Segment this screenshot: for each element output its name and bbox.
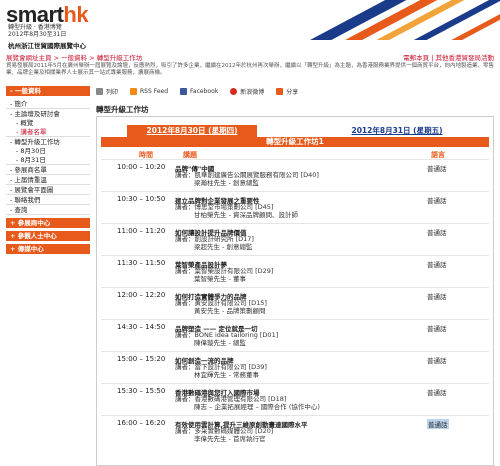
session-time: 10:00 – 10:20 bbox=[117, 163, 166, 171]
breadcrumb-home[interactable]: 展覽會網址主頁 bbox=[6, 54, 52, 62]
sidebar-visitor-centre[interactable]: + 參觀人士中心 bbox=[6, 231, 90, 241]
session-lang: 普通話 bbox=[427, 419, 449, 429]
session-list: 10:00 – 10:20 品牌"傳"中國 講者：凱華創建廣告公關展覽服務有限公… bbox=[101, 159, 489, 445]
tab-aug31[interactable]: 2012年8月31日 (星期五) bbox=[327, 125, 467, 137]
table-row: 15:30 – 15:50 香港數碼港與您打入國際市場 講者：香港數碼港管理有限… bbox=[101, 383, 489, 415]
sidebar-item-exhibitors[interactable]: - 參展商名單 bbox=[6, 165, 90, 175]
table-row: 15:00 – 15:20 如何創造一流的品牌 講者：當下設計有限公司 [D39… bbox=[101, 351, 489, 383]
table-row: 14:30 – 14:50 品牌塑造 —— 定位就是一切 講者：BONE ide… bbox=[101, 319, 489, 351]
email-page-link[interactable]: 電郵本頁 bbox=[403, 54, 429, 62]
share-link[interactable]: 分享 bbox=[276, 87, 298, 96]
sidebar-item-contact[interactable]: - 聯絡我們 bbox=[6, 195, 90, 205]
facebook-link[interactable]: Facebook bbox=[180, 87, 218, 95]
sidebar-item-aug31[interactable]: - 8月31日 bbox=[6, 156, 90, 165]
session-speaker: 講者：黃安設計有限公司 [D15] 黃安先生 - 品牌策劃顧問 bbox=[175, 299, 267, 315]
session-time: 11:00 – 11:20 bbox=[117, 227, 166, 235]
table-row: 11:30 – 11:50 葉智榮產品設計夢 講者：葉智榮設計有限公司 [D29… bbox=[101, 255, 489, 287]
sidebar-item-speakers[interactable]: - 講者名單 bbox=[6, 128, 90, 137]
table-row: 10:30 – 10:50 建立品牌對企業發展之重要性 講者：博思堂市場策劃公司… bbox=[101, 191, 489, 223]
sidebar-item-enquiry[interactable]: - 查詢 bbox=[6, 205, 90, 215]
session-speaker: 講者：BONE idea tailoring [D01] 陳偉璇先生 - 總監 bbox=[175, 331, 279, 347]
session-speaker: 講者：多采實數碼媒體公司 [D20] 李偉先先生 - 首席執行官 bbox=[175, 427, 274, 443]
weibo-link[interactable]: 新浪微博 bbox=[230, 87, 264, 96]
sidebar-media-centre[interactable]: + 傳媒中心 bbox=[6, 244, 90, 254]
breadcrumb-current: 轉型升級工作坊 bbox=[96, 54, 143, 62]
session-lang: 普通話 bbox=[427, 197, 447, 205]
weibo-icon bbox=[230, 87, 238, 95]
facebook-icon bbox=[180, 87, 188, 95]
other-events-link[interactable]: 其他香港貿發局活動 bbox=[436, 54, 495, 62]
session-speaker: 講者：創設計研究所 [D17] 梁超先生 - 創意總監 bbox=[175, 235, 254, 251]
sidebar-item-overview[interactable]: - 概覽 bbox=[6, 119, 90, 128]
share-icon bbox=[276, 87, 284, 95]
session-time: 12:00 – 12:20 bbox=[117, 291, 166, 299]
session-time: 11:30 – 11:50 bbox=[117, 259, 166, 267]
logo-tagline: 轉型升級 · 香港博覽 2012年8月30至31日 bbox=[8, 24, 67, 38]
session-time: 14:30 – 14:50 bbox=[117, 323, 166, 331]
session-speaker: 講者：博思堂市場策劃公司 [D45] 甘柏榮先生 - 資深品牌顧問、設計師 bbox=[175, 203, 298, 219]
session-lang: 普通話 bbox=[427, 261, 447, 269]
breadcrumb: 展覽會網址主頁 > 一般資料 > 轉型升級工作坊 bbox=[6, 54, 143, 62]
session-speaker: 講者：當下設計有限公司 [D39] 林宜輝先生 - 常務董事 bbox=[175, 363, 267, 379]
session-time: 15:00 – 15:20 bbox=[117, 355, 166, 363]
session-time: 10:30 – 10:50 bbox=[117, 195, 166, 203]
table-row: 12:00 – 12:20 如何打造實體爭力的品牌 講者：黃安設計有限公司 [D… bbox=[101, 287, 489, 319]
sidebar-item-workshop[interactable]: - 轉型升級工作坊 bbox=[6, 137, 90, 147]
room-title: 轉型升級工作坊1 bbox=[101, 137, 489, 147]
sidebar-exhibitor-centre[interactable]: + 參展商中心 bbox=[6, 218, 90, 228]
table-header: 時間 講題 語言 bbox=[101, 150, 489, 159]
share-bar: 列印 RSS Feed Facebook 新浪微博 分享 bbox=[96, 86, 494, 96]
header-stripes bbox=[270, 0, 500, 40]
sidebar-item-floorplan[interactable]: - 展覽會平面圖 bbox=[6, 185, 90, 195]
breadcrumb-general[interactable]: 一般資料 bbox=[61, 54, 87, 62]
session-lang: 普通話 bbox=[427, 357, 447, 365]
sidebar-item-intro[interactable]: - 簡介 bbox=[6, 99, 90, 109]
rss-link[interactable]: RSS Feed bbox=[130, 87, 168, 95]
page-title: 轉型升級工作坊 bbox=[96, 105, 149, 114]
session-time: 16:00 – 16:20 bbox=[117, 419, 166, 427]
session-lang: 普通話 bbox=[427, 389, 447, 397]
session-lang: 普通話 bbox=[427, 229, 447, 237]
session-lang: 普通話 bbox=[427, 165, 447, 173]
sidebar: - 一般資料 - 簡介 - 主論壇及研討會 - 概覽 - 講者名單 - 轉型升級… bbox=[6, 86, 90, 254]
smarthk-logo[interactable]: smarthk bbox=[6, 4, 89, 26]
site-header: smarthk 轉型升級 · 香港博覽 2012年8月30至31日 杭州浙江世貿… bbox=[0, 0, 500, 52]
session-lang: 普通話 bbox=[427, 325, 447, 333]
session-speaker: 講者：凱華創建廣告公關展覽服務有限公司 [D40] 梁瀚柱先生 - 創意總監 bbox=[175, 171, 319, 187]
table-row: 10:00 – 10:20 品牌"傳"中國 講者：凱華創建廣告公關展覽服務有限公… bbox=[101, 159, 489, 191]
date-tabs: 2012年8月30日 (星期四) 2012年8月31日 (星期五) bbox=[127, 125, 467, 137]
intro-text: 貿易發展局2011年5月在廣州舉辦一屆展覽及論壇，反應熱烈，吸引了許多企業，繼續… bbox=[6, 63, 494, 76]
rss-icon bbox=[130, 87, 138, 95]
sidebar-head[interactable]: - 一般資料 bbox=[6, 86, 90, 96]
session-speaker: 講者：葉智榮設計有限公司 [D29] 葉智榮先生 - 董事 bbox=[175, 267, 274, 283]
schedule-panel: 2012年8月30日 (星期四) 2012年8月31日 (星期五) 轉型升級工作… bbox=[96, 116, 494, 466]
printer-icon bbox=[96, 87, 103, 95]
table-row: 16:00 – 16:20 有效使用雲計算,提升三維原創動畫達國際水平 講者：多… bbox=[101, 415, 489, 445]
venue-label: 杭州浙江世貿國際展覽中心 bbox=[8, 42, 86, 50]
session-time: 15:30 – 15:50 bbox=[117, 387, 166, 395]
sidebar-item-aug30[interactable]: - 8月30日 bbox=[6, 147, 90, 156]
tab-aug30[interactable]: 2012年8月30日 (星期四) bbox=[127, 125, 257, 137]
top-links: 電郵本頁 | 其他香港貿發局活動 bbox=[403, 54, 495, 62]
table-row: 11:00 – 11:20 如何讓設計提升品牌價值 講者：創設計研究所 [D17… bbox=[101, 223, 489, 255]
sidebar-item-review[interactable]: - 上届情重溫 bbox=[6, 175, 90, 185]
print-link[interactable]: 列印 bbox=[96, 87, 118, 96]
top-bar: 展覽會網址主頁 > 一般資料 > 轉型升級工作坊 電郵本頁 | 其他香港貿發局活… bbox=[0, 52, 500, 62]
main-content: 列印 RSS Feed Facebook 新浪微博 分享 轉型升級工作坊 201… bbox=[96, 86, 494, 466]
session-speaker: 講者：香港數碼港管理有限公司 [D18] 陳志 – 企業拓展經理 – 國際合作 (… bbox=[175, 395, 320, 411]
sidebar-item-forum[interactable]: - 主論壇及研討會 bbox=[6, 109, 90, 119]
session-lang: 普通話 bbox=[427, 293, 447, 301]
